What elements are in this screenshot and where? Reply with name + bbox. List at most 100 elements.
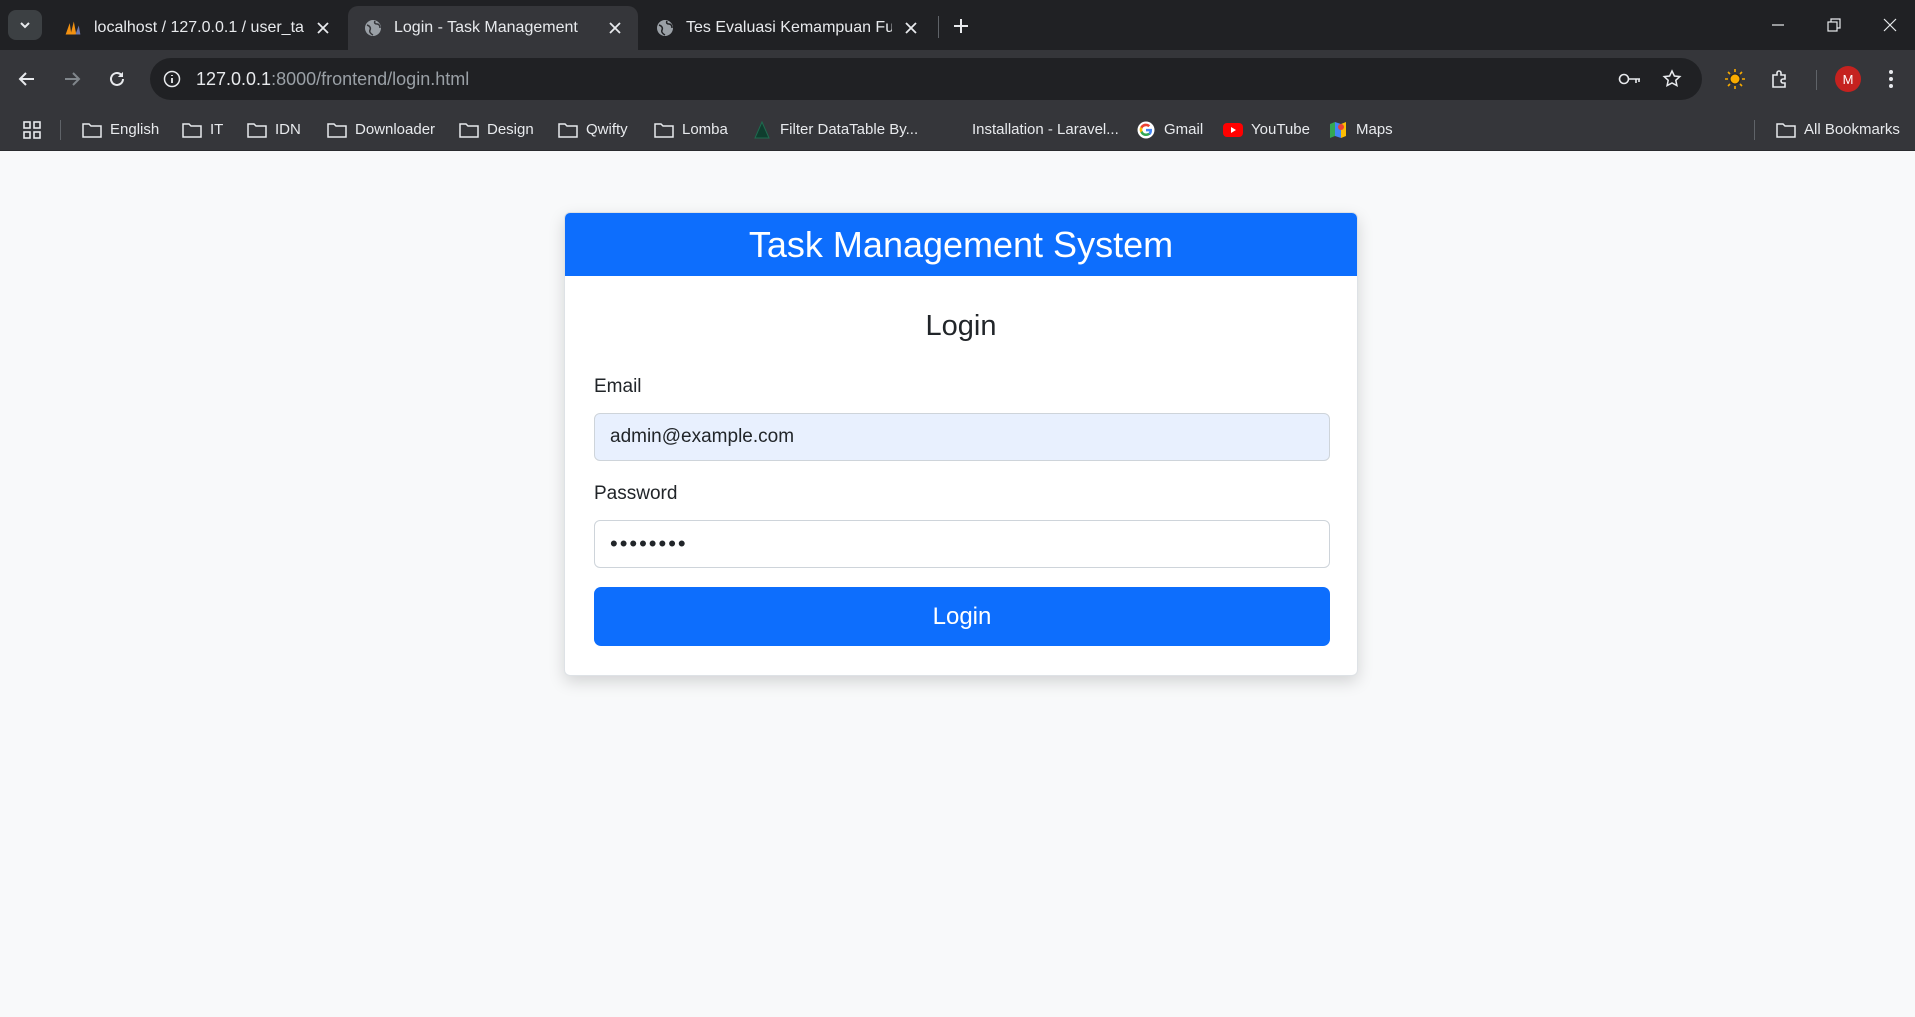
bookmark-label: Design [487, 121, 534, 138]
folder-icon [327, 120, 347, 140]
folder-icon [1776, 120, 1796, 140]
restore-icon [1827, 18, 1841, 32]
tab-search-button[interactable] [8, 10, 42, 40]
bookmarks-separator [60, 120, 61, 140]
close-icon[interactable] [604, 17, 626, 39]
form-title: Login [925, 310, 997, 342]
minimize-icon [1772, 24, 1784, 26]
tab-title: Tes Evaluasi Kemampuan Fullsta [686, 19, 892, 36]
app-header: Task Management System [565, 213, 1357, 276]
folder-icon [459, 120, 479, 140]
new-tab-button[interactable] [946, 11, 976, 41]
folder-icon [247, 120, 267, 140]
password-value: •••••••• [610, 531, 688, 556]
apps-grid-button[interactable] [22, 108, 50, 151]
all-bookmarks-button[interactable]: All Bookmarks [1776, 108, 1900, 151]
bookmark-label: Lomba [682, 121, 728, 138]
bookmark-qwifty[interactable]: Qwifty [558, 108, 628, 151]
bookmark-label: Qwifty [586, 121, 628, 138]
restore-button[interactable] [1806, 0, 1862, 50]
close-window-button[interactable] [1862, 0, 1915, 50]
profile-avatar[interactable]: M [1835, 66, 1861, 92]
minimize-button[interactable] [1750, 0, 1806, 50]
close-icon[interactable] [900, 17, 922, 39]
close-icon[interactable] [312, 17, 334, 39]
apps-grid-icon [22, 120, 42, 140]
plus-icon [954, 19, 968, 33]
login-button[interactable]: Login [594, 587, 1330, 646]
url-text[interactable]: 127.0.0.1:8000/frontend/login.html [196, 69, 469, 90]
bookmark-label: Downloader [355, 121, 436, 138]
page-viewport: Task Management System Login Email admin… [0, 152, 1915, 1017]
forward-button[interactable] [55, 62, 89, 96]
email-value: admin@example.com [610, 426, 795, 447]
bookmark-installation-laravel[interactable]: Installation - Laravel... [944, 108, 1119, 151]
phpmyadmin-icon [64, 19, 82, 37]
bookmark-label: IT [210, 121, 224, 138]
address-bar[interactable]: 127.0.0.1:8000/frontend/login.html [150, 58, 1702, 100]
bookmark-label: Maps [1356, 121, 1393, 138]
browser-toolbar: 127.0.0.1:8000/frontend/login.html M [0, 50, 1915, 108]
login-button-label: Login [932, 602, 992, 630]
bookmark-maps[interactable]: Maps [1328, 108, 1393, 151]
tab-login-task-management[interactable]: Login - Task Management [348, 6, 638, 50]
site-info-icon[interactable] [160, 67, 184, 91]
folder-icon [654, 120, 674, 140]
login-form: Login Email admin@example.com Password •… [565, 276, 1357, 675]
bookmark-filter-datatable[interactable]: Filter DataTable By... [752, 108, 918, 151]
bookmark-label: YouTube [1251, 121, 1310, 138]
url-path: :8000/frontend/login.html [271, 69, 470, 89]
tab-tes-evaluasi[interactable]: Tes Evaluasi Kemampuan Fullsta [640, 6, 934, 50]
bookmark-english[interactable]: English [82, 108, 159, 151]
tree-icon [752, 120, 772, 140]
folder-icon [82, 120, 102, 140]
folder-icon [558, 120, 578, 140]
bookmarks-bar: English IT IDN Downloader Design Qwifty … [0, 108, 1915, 151]
bookmark-design[interactable]: Design [459, 108, 534, 151]
bookmark-label: Filter DataTable By... [780, 121, 919, 138]
tab-title: localhost / 127.0.0.1 / user_task [94, 19, 304, 36]
toolbar-divider [1816, 70, 1817, 90]
bookmark-it[interactable]: IT [182, 108, 223, 151]
folder-icon [182, 120, 202, 140]
tab-separator [938, 16, 939, 38]
tab-title: Login - Task Management [394, 19, 578, 36]
reload-icon [110, 71, 124, 86]
star-icon[interactable] [1660, 67, 1684, 91]
all-bookmarks-label: All Bookmarks [1804, 121, 1900, 138]
globe-icon [656, 19, 674, 37]
bookmark-label: IDN [275, 121, 301, 138]
profile-initial: M [1842, 71, 1854, 87]
password-field[interactable]: •••••••• [594, 520, 1330, 568]
extensions-puzzle-icon[interactable] [1763, 62, 1797, 96]
arrow-right-icon [65, 72, 81, 86]
login-card: Task Management System Login Email admin… [564, 212, 1358, 676]
reload-button[interactable] [100, 62, 134, 96]
bookmark-label: Gmail [1164, 121, 1204, 138]
chevron-down-icon [20, 22, 30, 29]
bookmark-idn[interactable]: IDN [247, 108, 301, 151]
app-title: Task Management System [748, 223, 1174, 265]
bookmark-youtube[interactable]: YouTube [1223, 108, 1310, 151]
password-key-icon[interactable] [1618, 67, 1642, 91]
bookmark-downloader[interactable]: Downloader [327, 108, 435, 151]
tab-strip: localhost / 127.0.0.1 / user_task Login … [0, 0, 1915, 50]
tab-phpmyadmin[interactable]: localhost / 127.0.0.1 / user_task [48, 6, 346, 50]
maps-icon [1328, 120, 1348, 140]
google-icon [1136, 120, 1156, 140]
youtube-icon [1223, 120, 1243, 140]
bookmark-lomba[interactable]: Lomba [654, 108, 728, 151]
email-field[interactable]: admin@example.com [594, 413, 1330, 461]
extension-sun-icon[interactable] [1718, 62, 1752, 96]
bookmarks-separator [1754, 120, 1755, 140]
blank-page-icon [944, 120, 964, 140]
password-label: Password [594, 483, 678, 504]
close-icon [1883, 18, 1897, 32]
bookmark-label: Installation - Laravel... [972, 121, 1119, 138]
bookmark-gmail[interactable]: Gmail [1136, 108, 1203, 151]
globe-icon [364, 19, 382, 37]
kebab-menu-icon[interactable] [1874, 62, 1908, 96]
back-button[interactable] [10, 62, 44, 96]
email-label: Email [594, 376, 642, 397]
bookmark-label: English [110, 121, 160, 138]
